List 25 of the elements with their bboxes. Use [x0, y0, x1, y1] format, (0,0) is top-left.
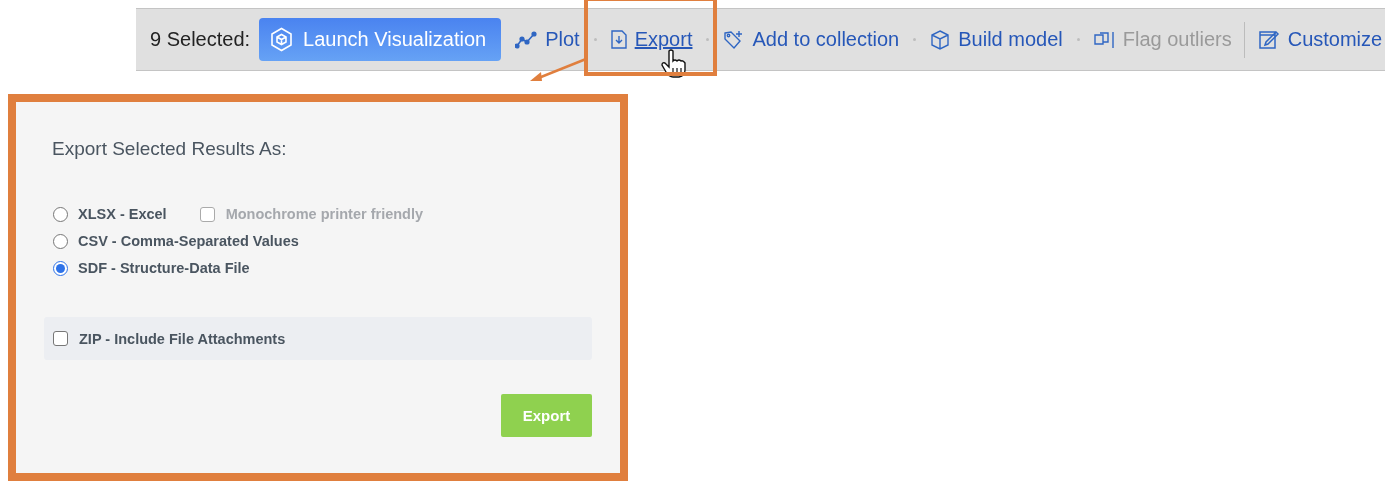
hand-cursor-icon: [660, 49, 687, 79]
option-label: ZIP - Include File Attachments: [79, 330, 286, 347]
toolbar-link[interactable]: Customize: [1287, 28, 1383, 51]
flag-columns-icon: [1093, 30, 1115, 49]
cube-icon: [269, 27, 295, 52]
line-chart-icon: [515, 30, 538, 49]
toolbar-link[interactable]: Export: [634, 28, 693, 51]
panel-title: Export Selected Results As:: [52, 138, 288, 160]
launch-visualization-button[interactable]: Launch Visualization: [259, 18, 502, 61]
format-label: SDF - Structure-Data File: [78, 260, 250, 276]
toolbar-link[interactable]: Add to collection: [752, 28, 900, 51]
checkbox[interactable]: [53, 331, 68, 346]
selection-count: 9 Selected:: [150, 28, 251, 51]
radio-button[interactable]: [53, 206, 68, 222]
radio-button[interactable]: [53, 260, 68, 276]
format-label: XLSX - Excel: [78, 206, 167, 222]
option-label: Monochrome printer friendly: [225, 206, 424, 222]
format-label: CSV - Comma-Separated Values: [78, 233, 299, 249]
cube-icon: [930, 29, 951, 50]
file-download-icon: [610, 30, 627, 49]
edit-icon: [1257, 29, 1280, 50]
toolbar-link[interactable]: Build model: [958, 28, 1063, 51]
toolbar-link[interactable]: Plot: [545, 28, 580, 51]
tag-plus-icon: [723, 29, 745, 50]
radio-button[interactable]: [53, 233, 68, 249]
